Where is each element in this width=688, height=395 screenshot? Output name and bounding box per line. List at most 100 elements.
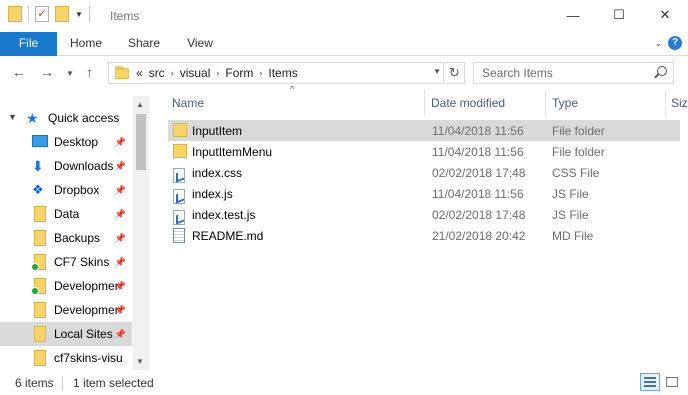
folder-icon bbox=[115, 65, 129, 79]
pin-icon[interactable]: 📌 bbox=[115, 209, 126, 220]
crumb-form[interactable]: Form bbox=[225, 66, 253, 80]
column-header-type[interactable]: Type bbox=[552, 90, 578, 116]
nav-quick-access[interactable]: ▼ ★ Quick access bbox=[0, 106, 132, 130]
nav-item-label: Developmen bbox=[54, 303, 120, 317]
pin-icon[interactable]: 📌 bbox=[115, 233, 126, 244]
file-type: JS File bbox=[552, 186, 589, 201]
nav-item-desktop[interactable]: Desktop 📌 bbox=[0, 130, 132, 154]
column-divider[interactable] bbox=[424, 90, 425, 116]
file-name: index.css bbox=[192, 165, 243, 180]
file-type: CSS File bbox=[552, 165, 600, 180]
column-divider[interactable] bbox=[545, 90, 546, 116]
pin-icon[interactable]: 📌 bbox=[115, 281, 126, 292]
chevron-right-icon[interactable]: › bbox=[171, 68, 174, 78]
pin-icon[interactable]: 📌 bbox=[115, 185, 126, 196]
nav-item-development-2[interactable]: Developmen 📌 bbox=[0, 298, 132, 322]
nav-pane-scrollbar[interactable]: ▲ ▼ bbox=[133, 96, 149, 370]
help-icon[interactable]: ? bbox=[668, 36, 682, 50]
nav-item-label: cf7skins-visu bbox=[54, 351, 123, 365]
divider bbox=[28, 6, 29, 22]
nav-item-backups[interactable]: Backups 📌 bbox=[0, 226, 132, 250]
window-title: Items bbox=[110, 9, 140, 23]
nav-item-data[interactable]: Data 📌 bbox=[0, 202, 132, 226]
maximize-button[interactable]: ☐ bbox=[596, 0, 642, 30]
pin-icon[interactable]: 📌 bbox=[115, 305, 126, 316]
vscode-file-icon bbox=[173, 189, 185, 204]
recent-locations-icon[interactable]: ▼ bbox=[66, 69, 74, 78]
crumb-items[interactable]: Items bbox=[268, 66, 297, 80]
nav-item-development-1[interactable]: Developmen 📌 bbox=[0, 274, 132, 298]
refresh-button[interactable]: ↻ bbox=[445, 62, 465, 84]
file-list: ^ Name Date modified Type Siz InputItem … bbox=[160, 84, 688, 370]
nav-item-label: Data bbox=[54, 207, 80, 221]
tab-home[interactable]: Home bbox=[62, 32, 110, 56]
file-type: File folder bbox=[552, 144, 605, 159]
scroll-down-icon[interactable]: ▼ bbox=[136, 357, 144, 366]
new-folder-icon[interactable] bbox=[55, 6, 69, 22]
nav-item-label: Backups bbox=[54, 231, 101, 245]
expand-arrow-icon[interactable]: ▼ bbox=[8, 112, 17, 122]
search-input[interactable] bbox=[482, 66, 652, 80]
up-arrow-icon[interactable]: ↑ bbox=[86, 64, 93, 80]
file-name: index.test.js bbox=[192, 207, 256, 222]
navigation-pane: ▼ ★ Quick access Desktop 📌 ⬇ Downloads 📌… bbox=[0, 98, 150, 370]
nav-item-local-sites[interactable]: Local Sites 📌 bbox=[0, 322, 132, 346]
search-box[interactable] bbox=[473, 62, 674, 84]
dropbox-icon: ❖ bbox=[32, 182, 44, 197]
nav-item-label: CF7 Skins bbox=[54, 255, 110, 269]
folder-icon bbox=[34, 230, 46, 246]
search-icon[interactable] bbox=[657, 66, 667, 76]
file-row[interactable]: InputItem 11/04/2018 11:56 File folder bbox=[168, 120, 680, 141]
file-name: InputItemMenu bbox=[192, 144, 273, 159]
folder-icon bbox=[34, 350, 46, 366]
properties-icon[interactable]: ✓ bbox=[35, 6, 49, 22]
tab-file[interactable]: File bbox=[0, 32, 57, 56]
column-header-size[interactable]: Siz bbox=[671, 90, 688, 116]
crumb-src[interactable]: src bbox=[149, 66, 165, 80]
nav-item-cf7skins-visual[interactable]: cf7skins-visu bbox=[0, 346, 132, 370]
scrollbar-thumb[interactable] bbox=[136, 114, 146, 170]
file-row[interactable]: index.test.js 02/02/2018 17:48 JS File bbox=[168, 204, 680, 225]
folder-icon bbox=[34, 302, 46, 318]
address-bar[interactable]: « src › visual › Form › Items ▼ bbox=[108, 62, 444, 84]
crumb-visual[interactable]: visual bbox=[180, 66, 211, 80]
breadcrumb-overflow[interactable]: « bbox=[136, 66, 143, 80]
synced-folder-icon bbox=[31, 254, 46, 271]
sort-ascending-icon: ^ bbox=[290, 84, 295, 94]
details-view-button[interactable] bbox=[640, 373, 660, 391]
customize-toolbar-icon[interactable]: ▼ bbox=[75, 10, 83, 19]
tab-share[interactable]: Share bbox=[120, 32, 168, 56]
column-header-name[interactable]: Name bbox=[172, 90, 204, 116]
file-row[interactable]: InputItemMenu 11/04/2018 11:56 File fold… bbox=[168, 141, 680, 162]
chevron-right-icon[interactable]: › bbox=[259, 68, 262, 78]
column-divider[interactable] bbox=[665, 90, 666, 116]
file-date: 11/04/2018 11:56 bbox=[432, 123, 524, 138]
forward-arrow-icon[interactable]: → bbox=[40, 64, 54, 80]
pin-icon[interactable]: 📌 bbox=[115, 137, 126, 148]
column-header-date[interactable]: Date modified bbox=[431, 90, 505, 116]
address-dropdown-icon[interactable]: ▼ bbox=[433, 67, 441, 76]
close-button[interactable]: ✕ bbox=[642, 0, 688, 30]
nav-item-cf7-skins[interactable]: CF7 Skins 📌 bbox=[0, 250, 132, 274]
minimize-button[interactable]: — bbox=[550, 0, 596, 30]
nav-quick-access-label: Quick access bbox=[48, 111, 120, 125]
pin-icon[interactable]: 📌 bbox=[115, 161, 126, 172]
pin-icon[interactable]: 📌 bbox=[115, 257, 126, 268]
nav-item-dropbox[interactable]: ❖ Dropbox 📌 bbox=[0, 178, 132, 202]
pin-icon[interactable]: 📌 bbox=[115, 329, 126, 340]
large-icons-view-button[interactable] bbox=[662, 373, 682, 391]
file-date: 11/04/2018 11:56 bbox=[432, 186, 524, 201]
file-type: JS File bbox=[552, 207, 589, 222]
download-icon: ⬇ bbox=[32, 158, 44, 174]
file-row[interactable]: README.md 21/02/2018 20:42 MD File bbox=[168, 225, 680, 246]
nav-item-downloads[interactable]: ⬇ Downloads 📌 bbox=[0, 154, 132, 178]
expand-ribbon-icon[interactable]: ⌄ bbox=[654, 38, 662, 49]
file-row[interactable]: index.css 02/02/2018 17:48 CSS File bbox=[168, 162, 680, 183]
breadcrumb: « src › visual › Form › Items bbox=[136, 66, 298, 80]
file-row[interactable]: index.js 11/04/2018 11:56 JS File bbox=[168, 183, 680, 204]
file-name: README.md bbox=[192, 228, 264, 243]
scroll-up-icon[interactable]: ▲ bbox=[136, 100, 144, 109]
tab-view[interactable]: View bbox=[178, 32, 222, 56]
back-arrow-icon[interactable]: ← bbox=[12, 64, 26, 80]
chevron-right-icon[interactable]: › bbox=[216, 68, 219, 78]
